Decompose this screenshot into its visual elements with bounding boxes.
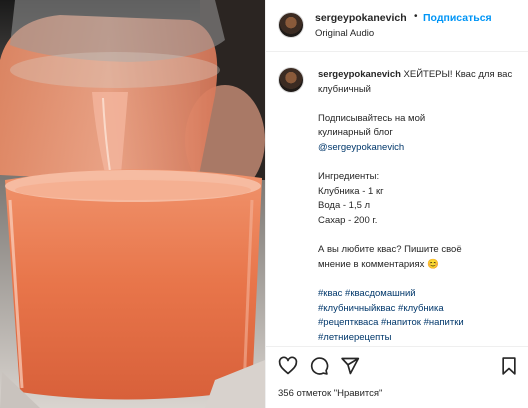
caption-avatar[interactable] [278, 67, 304, 93]
audio-label[interactable]: Original Audio [315, 28, 374, 39]
caption-text: sergeypokanevich ХЕЙТЕРЫ! Квас для вас к… [318, 68, 518, 345]
caption-line: А вы любите квас? Пишите своё [318, 244, 462, 256]
caption-line: Подписывайтесь на мой [318, 112, 426, 124]
bookmark-icon[interactable] [499, 356, 519, 376]
post-details: sergeypokanevich • Подписаться Original … [265, 0, 528, 408]
caption-line: Ингредиенты: [318, 171, 380, 183]
caption-line: Сахар - 200 г. [318, 214, 378, 226]
hashtag-line[interactable]: #квас #квасдомашний [318, 287, 518, 302]
follow-button[interactable]: Подписаться [423, 12, 492, 24]
post-media[interactable] [0, 0, 265, 408]
caption-line: кулинарный блог [318, 127, 393, 139]
hashtag-line[interactable]: #рецепткваса #напиток #напитки [318, 316, 518, 331]
caption-line: Вода - 1,5 л [318, 200, 371, 212]
comment-icon[interactable] [309, 356, 329, 376]
separator-dot: • [414, 11, 418, 22]
caption-block: sergeypokanevich ХЕЙТЕРЫ! Квас для вас к… [266, 53, 528, 345]
avatar[interactable] [278, 12, 304, 38]
mention-link[interactable]: @sergeypokanevich [318, 141, 518, 156]
caption-line: мнение в комментариях 😊 [318, 258, 439, 270]
post-header: sergeypokanevich • Подписаться Original … [266, 0, 528, 52]
heart-icon[interactable] [278, 356, 298, 376]
caption-username[interactable]: sergeypokanevich [318, 69, 401, 80]
hashtag-line[interactable]: #летниерецепты [318, 331, 518, 345]
action-bar [266, 346, 528, 382]
caption-line: Клубника - 1 кг [318, 185, 384, 197]
hashtag-line[interactable]: #клубничныйквас #клубника [318, 302, 518, 317]
kvass-photo [0, 0, 265, 408]
share-icon[interactable] [340, 356, 360, 376]
author-username[interactable]: sergeypokanevich [315, 12, 407, 24]
likes-count[interactable]: 356 отметок "Нравится" [278, 388, 382, 399]
